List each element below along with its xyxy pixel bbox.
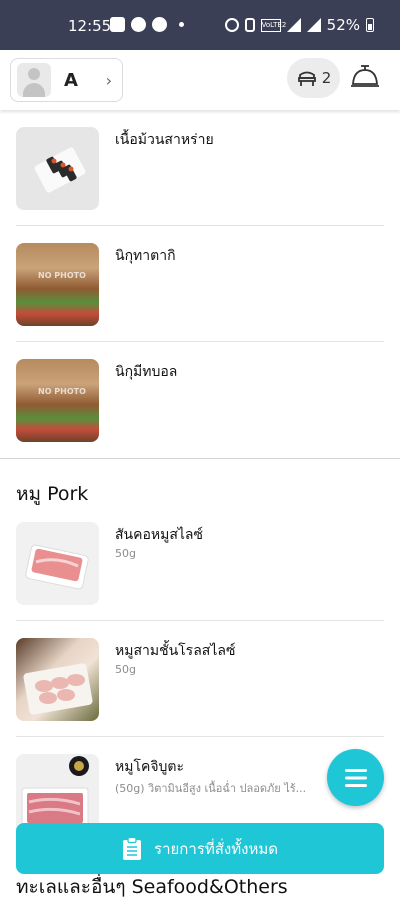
item-image [16,522,99,605]
battery-percent: 52% [326,16,360,34]
menu-item[interactable]: NO PHOTO นิกุทาตากิ [0,226,400,342]
status-time: 12:55 [68,17,112,35]
alarm-icon [224,18,239,32]
order-list-label: รายการที่สั่งทั้งหมด [154,839,278,858]
menu-item[interactable]: เนื้อม้วนสาหร่าย [0,110,400,226]
item-name: หมูสามชั้นโรลสไลซ์ [115,643,236,659]
menu-list: เนื้อม้วนสาหร่าย NO PHOTO นิกุทาตากิ NO … [0,110,400,853]
profile-name: A [64,69,78,91]
item-image [16,638,99,721]
signal-icon [286,18,301,32]
menu-item[interactable]: NO PHOTO นิกุมีทบอล [0,342,400,458]
w-app-icon [152,17,167,32]
app-header: A › 2 [0,50,400,110]
item-image [16,127,99,210]
table-count: 2 [321,69,332,87]
battery-icon [366,18,374,32]
no-photo-label: NO PHOTO [38,271,86,280]
table-button[interactable]: 2 [287,58,340,98]
item-name: นิกุทาตากิ [115,248,176,264]
table-icon [297,71,316,86]
status-bar: 12:55 VoLTE2 52% [0,0,400,50]
item-name: หมูโคจิบูตะ [115,759,185,775]
menu-icon [344,768,367,787]
item-desc: 50g [115,663,136,676]
service-bell-icon[interactable] [350,62,380,90]
chevron-right-icon: › [105,71,112,90]
system-icons: VoLTE2 52% [224,16,374,34]
check-icon [131,17,146,32]
notification-icons [110,17,184,32]
menu-item[interactable]: สันคอหมูสไลซ์ 50g [0,505,400,621]
item-desc: (50g) วิตามินอีสูง เนื้อฉ่ำ ปลอดภัย ไร้.… [115,782,307,795]
item-desc: 50g [115,547,136,560]
news-icon [110,17,125,32]
item-name: สันคอหมูสไลซ์ [115,527,204,543]
menu-item[interactable]: หมูสามชั้นโรลสไลซ์ 50g [0,621,400,737]
category-menu-button[interactable] [327,749,384,806]
no-photo-label: NO PHOTO [38,387,86,396]
pork-slices-image [25,544,89,590]
more-notifications-icon [179,22,184,27]
order-list-button[interactable]: รายการที่สั่งทั้งหมด [16,823,384,874]
avatar [17,63,51,97]
item-name: เนื้อม้วนสาหร่าย [115,132,214,148]
pork-belly-roll-image [23,663,93,715]
item-name: นิกุมีทบอล [115,364,178,380]
item-image: NO PHOTO [16,359,99,442]
sushi-rolls-image [34,147,86,193]
next-section-title: ทะเลและอื่นๆ Seafood&Others [16,876,288,898]
item-image: NO PHOTO [16,243,99,326]
clipboard-icon [123,836,142,860]
bluetooth-icon [244,18,255,32]
signal-5g-icon [306,18,321,32]
volte-icon: VoLTE2 [260,18,286,32]
profile-chip[interactable]: A › [10,58,123,102]
